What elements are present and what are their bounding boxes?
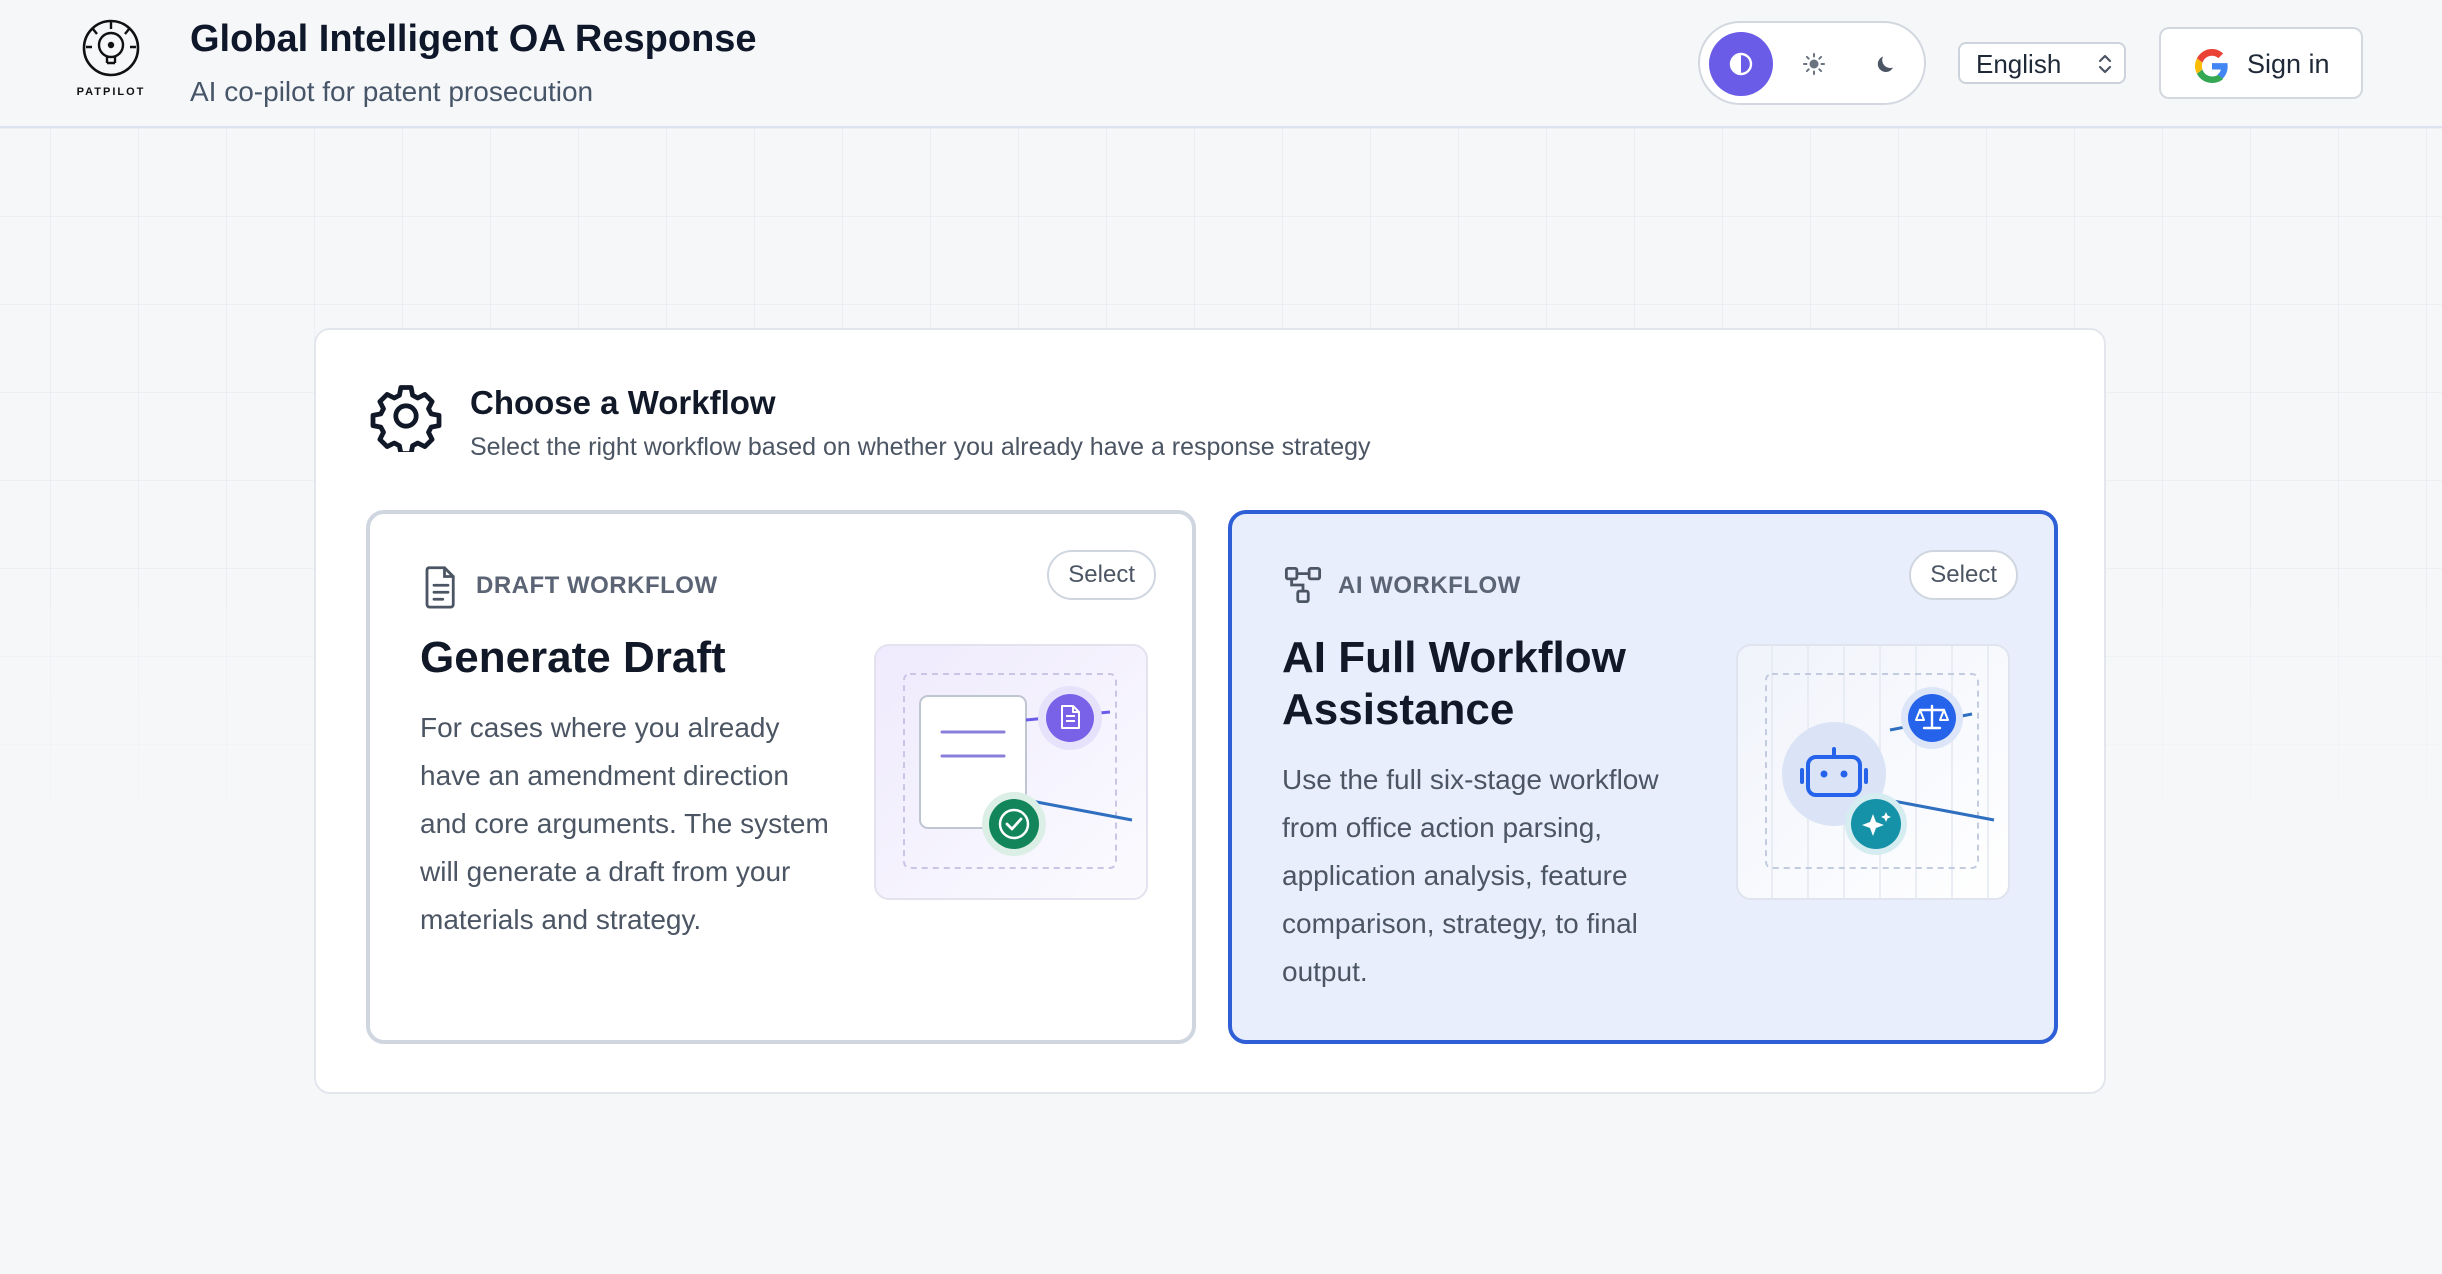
sign-in-button[interactable]: Sign in <box>2159 27 2363 99</box>
ai-card-description: Use the full six-stage workflow from off… <box>1282 764 1659 987</box>
ai-workflow-card[interactable]: AI WORKFLOW Select AI Full Workflow Assi… <box>1228 510 2058 1044</box>
draft-illustration <box>874 644 1148 900</box>
ai-select-button[interactable]: Select <box>1909 550 2018 600</box>
google-icon <box>2195 49 2228 83</box>
language-select[interactable]: English <box>1958 42 2126 84</box>
panel-subtitle: Select the right workflow based on wheth… <box>470 433 1371 461</box>
moon-icon <box>1877 56 1893 72</box>
contrast-icon <box>1729 52 1753 76</box>
ai-workflow-kicker: AI WORKFLOW <box>1338 572 1521 599</box>
draft-workflow-kicker: DRAFT WORKFLOW <box>476 572 718 599</box>
sun-icon <box>1803 53 1825 75</box>
patpilot-logo-icon <box>82 19 140 77</box>
draft-workflow-card[interactable]: DRAFT WORKFLOW Select Generate Draft For… <box>366 510 1196 1044</box>
sign-in-label: Sign in <box>2247 49 2330 79</box>
draft-card-title: Generate Draft <box>420 633 726 682</box>
app-subtitle: AI co-pilot for patent prosecution <box>190 76 594 107</box>
logo-text: PATPILOT <box>76 86 146 98</box>
document-icon <box>425 566 455 609</box>
app-title: Global Intelligent OA Response <box>190 18 757 60</box>
language-selected-value: English <box>1976 49 2062 79</box>
workflow-panel: Choose a Workflow Select the right workf… <box>314 328 2106 1094</box>
theme-auto-button[interactable] <box>1709 32 1773 96</box>
ai-card-title: AI Full Workflow Assistance <box>1282 633 1626 734</box>
workflow-icon <box>1284 566 1322 604</box>
top-header: PATPILOT Global Intelligent OA Response … <box>0 0 2442 128</box>
brand-logo[interactable]: PATPILOT <box>76 16 146 100</box>
theme-light-button[interactable] <box>1782 32 1846 96</box>
ai-illustration <box>1736 644 2010 900</box>
draft-select-button[interactable]: Select <box>1047 550 1156 600</box>
updown-chevron-icon <box>2098 54 2112 74</box>
panel-title: Choose a Workflow <box>470 384 776 421</box>
theme-toggle <box>1698 21 1926 105</box>
gear-icon <box>370 385 442 452</box>
draft-card-description: For cases where you already have an amen… <box>420 712 829 935</box>
theme-dark-button[interactable] <box>1854 32 1918 96</box>
